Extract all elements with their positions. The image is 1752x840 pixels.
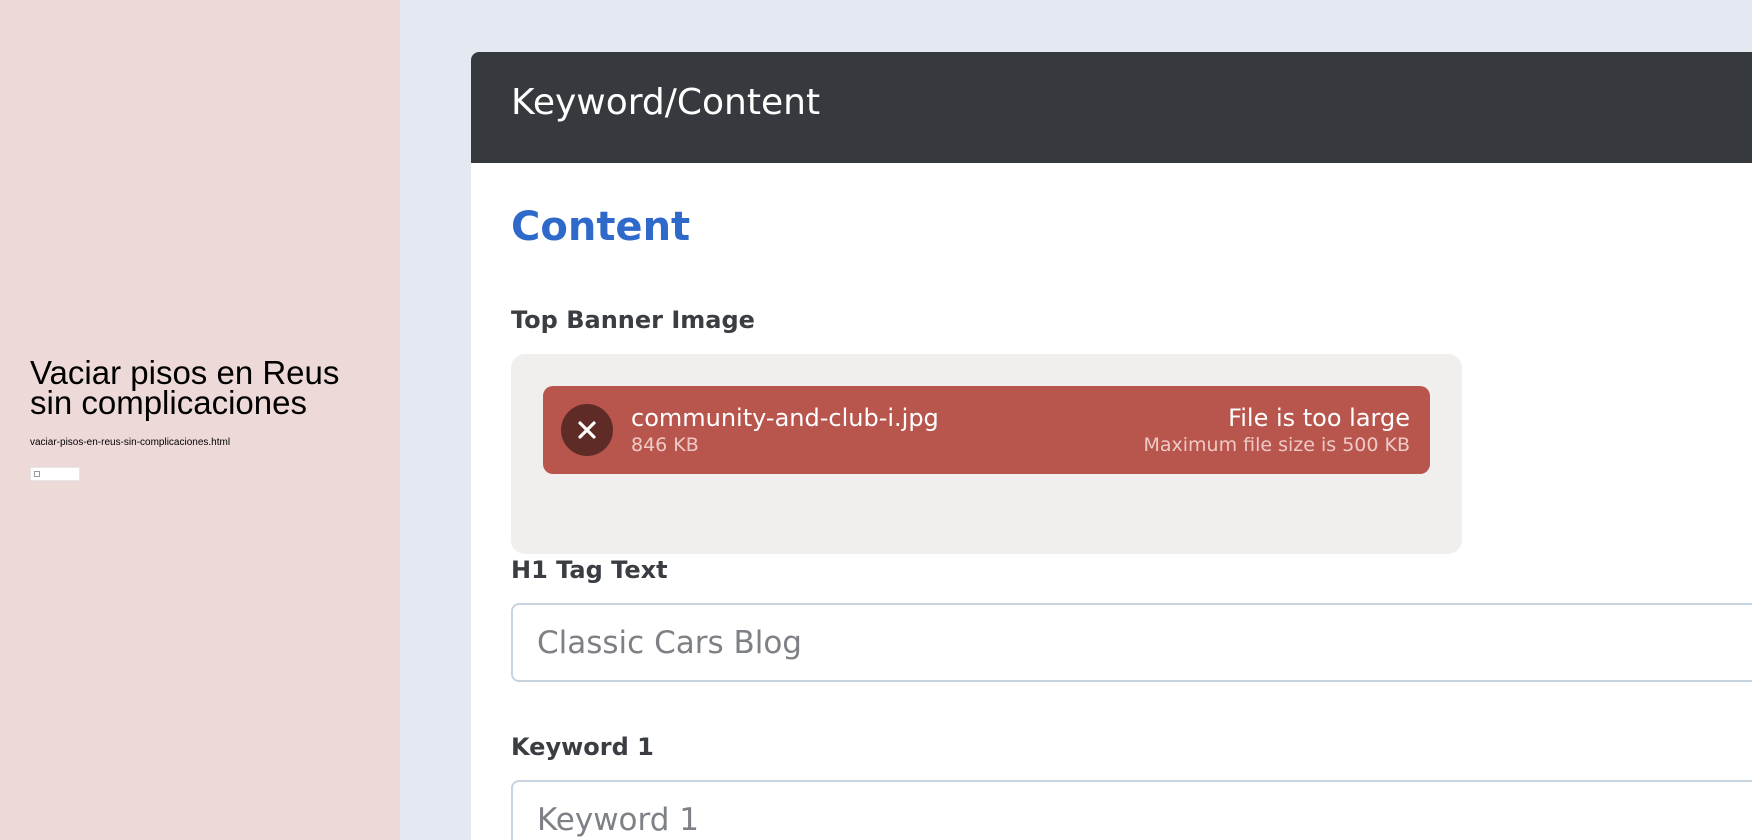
thumbnail-image[interactable] xyxy=(30,467,80,481)
file-upload-item: community-and-club-i.jpg 846 KB File is … xyxy=(543,386,1430,474)
remove-file-button[interactable] xyxy=(561,404,613,456)
close-icon xyxy=(578,421,596,439)
card-header: Keyword/Content xyxy=(471,52,1752,163)
left-panel: Vaciar pisos en Reus sin complicaciones … xyxy=(0,0,400,840)
file-error-detail: Maximum file size is 500 KB xyxy=(1143,434,1410,456)
file-name: community-and-club-i.jpg xyxy=(631,404,939,432)
site-filename[interactable]: vaciar-pisos-en-reus-sin-complicaciones.… xyxy=(30,437,230,448)
h1-tag-label: H1 Tag Text xyxy=(511,556,668,584)
file-size: 846 KB xyxy=(631,434,699,456)
content-card: Keyword/Content Content Top Banner Image… xyxy=(471,52,1752,840)
keyword-1-label: Keyword 1 xyxy=(511,733,654,761)
keyword-1-input[interactable] xyxy=(511,780,1752,840)
site-title: Vaciar pisos en Reus sin complicaciones xyxy=(30,354,340,421)
section-title: Content xyxy=(511,204,691,250)
card-header-title: Keyword/Content xyxy=(511,82,821,123)
file-error-status: File is too large xyxy=(1228,404,1410,432)
h1-tag-input[interactable] xyxy=(511,603,1752,682)
top-banner-label: Top Banner Image xyxy=(511,306,755,334)
file-upload-dropzone[interactable]: community-and-club-i.jpg 846 KB File is … xyxy=(511,354,1462,554)
